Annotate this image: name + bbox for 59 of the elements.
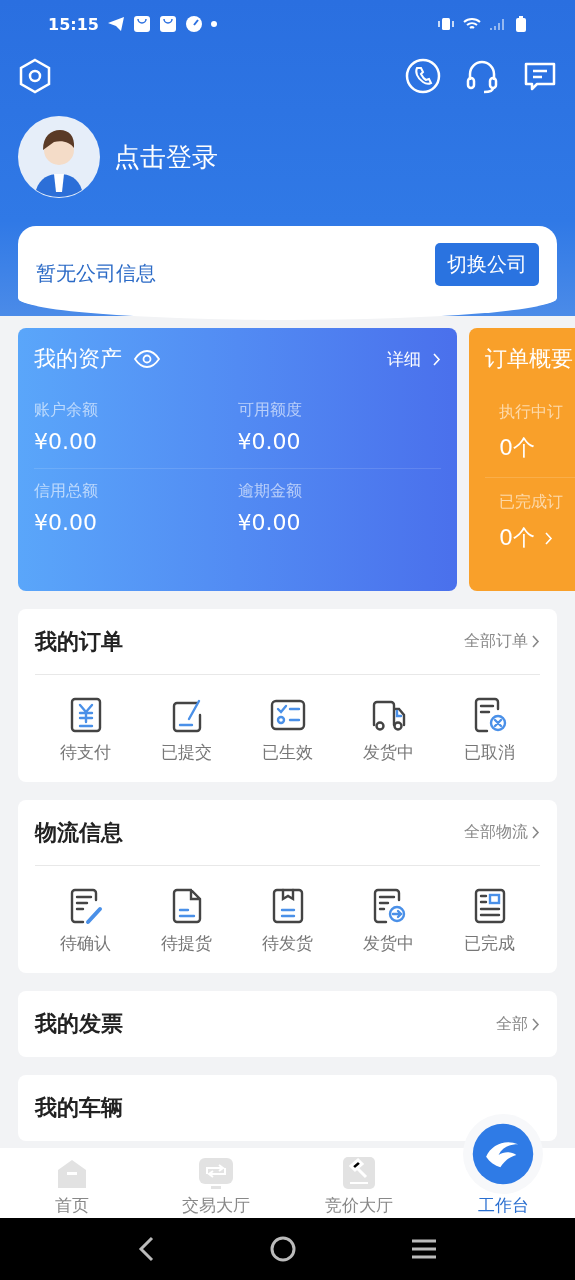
company-status: 暂无公司信息: [36, 259, 156, 287]
asset-label: 账户余额: [34, 400, 99, 421]
assets-title: 我的资产: [34, 345, 122, 373]
vibrate-icon: [437, 17, 455, 31]
shortcut-item[interactable]: 发货中: [338, 695, 439, 764]
dot-icon: [210, 21, 217, 27]
chevron-icon: [532, 826, 540, 839]
asset-value: ¥0.00: [34, 510, 98, 535]
eye-icon[interactable]: [134, 350, 160, 368]
shortcut-item[interactable]: 发货中: [338, 886, 439, 955]
order-count-label: 已完成订: [499, 492, 564, 513]
phone-icon[interactable]: [405, 58, 441, 94]
order-count: 0个: [499, 434, 535, 462]
section-title: 物流信息: [35, 818, 123, 847]
headset-icon[interactable]: [465, 58, 499, 94]
wifi-icon: [463, 17, 481, 31]
gauge-icon: [184, 15, 203, 33]
order-summary-title: 订单概要: [485, 345, 573, 373]
shortcut-item[interactable]: 已生效: [237, 695, 338, 764]
shortcut-item[interactable]: 待发货: [237, 886, 338, 955]
order-count: 0个: [499, 524, 535, 552]
view-all-link[interactable]: 全部: [496, 1013, 540, 1035]
bag-icon: [132, 15, 151, 33]
asset-label: 信用总额: [34, 481, 99, 502]
shortcut-item[interactable]: 待确认: [35, 886, 136, 955]
shortcut-item[interactable]: 已提交: [136, 695, 237, 764]
chevron-icon: [532, 635, 540, 648]
tab[interactable]: 首页: [0, 1148, 144, 1223]
shortcut-item[interactable]: 待支付: [35, 695, 136, 764]
home-button-icon[interactable]: [270, 1236, 297, 1262]
send-icon: [106, 16, 125, 32]
asset-label: 逾期金额: [237, 481, 303, 502]
login-link[interactable]: 点击登录: [114, 139, 218, 175]
exchange-icon: [196, 1156, 235, 1190]
order-count-label: 执行中订: [499, 402, 564, 423]
settings-icon[interactable]: [18, 58, 52, 94]
shortcut-item[interactable]: 已取消: [439, 695, 540, 764]
asset-value: ¥0.00: [237, 429, 302, 454]
view-all-link[interactable]: 全部物流: [464, 822, 540, 843]
view-all-link[interactable]: 全部订单: [464, 631, 540, 652]
status-time: 15:15: [48, 14, 99, 34]
asset-value: ¥0.00: [34, 429, 98, 454]
signal-icon: [489, 17, 507, 31]
section-title: 我的发票: [35, 1010, 123, 1038]
chevron-icon: [545, 531, 553, 545]
switch-company-button[interactable]: 切换公司: [435, 242, 539, 286]
section-title: 我的车辆: [35, 1094, 123, 1122]
menu-icon[interactable]: [410, 1238, 439, 1260]
battery-icon: [515, 15, 527, 33]
gavel-icon: [342, 1156, 377, 1190]
asset-label: 可用额度: [237, 400, 303, 421]
section-title: 我的订单: [35, 627, 123, 656]
chevron-icon: [433, 352, 441, 366]
shortcut-item[interactable]: 待提货: [136, 886, 237, 955]
bag-icon: [158, 15, 177, 33]
shortcut-item[interactable]: 已完成: [439, 886, 540, 955]
asset-value: ¥0.00: [237, 510, 302, 535]
chevron-icon: [532, 1017, 540, 1031]
detail-link[interactable]: 详细: [387, 347, 421, 371]
